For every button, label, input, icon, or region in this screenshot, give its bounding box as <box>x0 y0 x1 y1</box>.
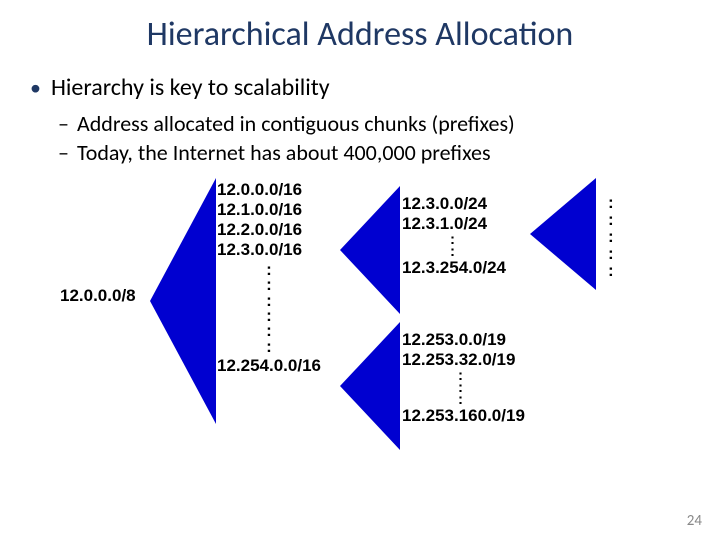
bullet-text: Today, the Internet has about 400,000 pr… <box>77 139 491 166</box>
triangle-icon <box>340 186 400 314</box>
root-prefix-label: 12.0.0.0/8 <box>60 286 136 306</box>
triangle-icon <box>340 322 400 450</box>
slide-number: 24 <box>687 512 702 530</box>
prefix-label: 12.3.0.0/16 <box>217 240 321 260</box>
hierarchy-diagram: 12.0.0.0/8 12.0.0.0/16 12.1.0.0/16 12.2.… <box>0 180 720 480</box>
prefix-label: 12.253.32.0/19 <box>402 350 525 370</box>
bullet-text: Hierarchy is key to scalability <box>51 73 330 102</box>
level2a-prefix-list: 12.3.0.0/24 12.3.1.0/24 :: 12.3.254.0/24 <box>402 194 506 278</box>
prefix-label: 12.3.254.0/24 <box>402 258 506 278</box>
bullet-dot-icon: • <box>30 77 41 99</box>
vertical-dots-icon: :: <box>450 234 506 258</box>
prefix-label: 12.3.0.0/24 <box>402 194 506 214</box>
bullet-text: Address allocated in contiguous chunks (… <box>77 110 515 137</box>
vertical-dots-icon: ::: <box>458 370 525 406</box>
bullet-dash-icon: – <box>58 110 69 137</box>
bullet-list: • Hierarchy is key to scalability – Addr… <box>30 73 720 166</box>
level2b-prefix-list: 12.253.0.0/19 12.253.32.0/19 ::: 12.253.… <box>402 330 525 426</box>
level1-prefix-list: 12.0.0.0/16 12.1.0.0/16 12.2.0.0/16 12.3… <box>217 180 321 376</box>
bullet-level2: – Address allocated in contiguous chunks… <box>58 110 720 137</box>
prefix-label: 12.0.0.0/16 <box>217 180 321 200</box>
bullet-level2: – Today, the Internet has about 400,000 … <box>58 139 720 166</box>
slide-title: Hierarchical Address Allocation <box>0 0 720 55</box>
triangle-icon <box>150 178 216 424</box>
prefix-label: 12.253.160.0/19 <box>402 406 525 426</box>
triangle-icon <box>530 178 596 290</box>
bullet-level1: • Hierarchy is key to scalability <box>30 73 720 102</box>
prefix-label: 12.1.0.0/16 <box>217 200 321 220</box>
prefix-label: 12.254.0.0/16 <box>217 356 321 376</box>
prefix-label: 12.2.0.0/16 <box>217 220 321 240</box>
prefix-label: 12.253.0.0/19 <box>402 330 525 350</box>
vertical-dots-icon: :::::: <box>217 262 321 354</box>
vertical-dots-icon: ::::: <box>608 194 614 279</box>
bullet-dash-icon: – <box>58 139 69 166</box>
